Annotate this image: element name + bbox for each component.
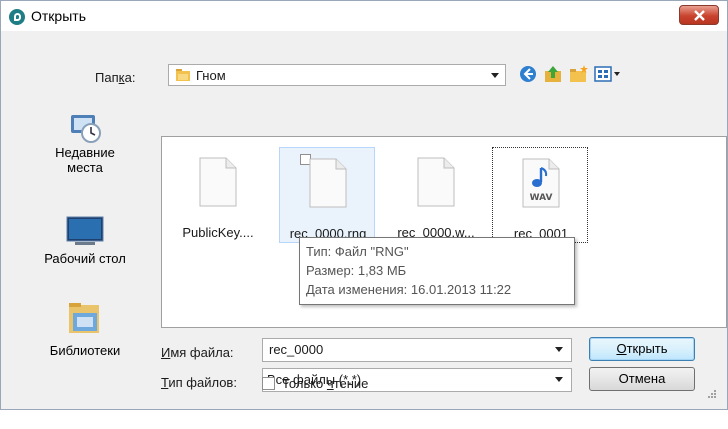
- place-recent-label-2: места: [67, 160, 103, 175]
- libraries-icon: [69, 303, 99, 333]
- file-tooltip: Тип: Файл "RNG" Размер: 1,83 МБ Дата изм…: [299, 237, 575, 305]
- places-bar: Недавние места Рабочий стол Библиотеки: [15, 115, 155, 429]
- tooltip-modified: Дата изменения: 16.01.2013 11:22: [306, 282, 512, 297]
- folder-label: Папка:: [95, 70, 136, 85]
- desktop-icon: [66, 216, 104, 245]
- file-list-view[interactable]: PublicKey.... rec_0000.rng rec_0000.w...: [161, 136, 727, 328]
- folder-value: Гном: [196, 68, 226, 83]
- place-desktop-label: Рабочий стол: [44, 251, 126, 266]
- open-file-dialog: Открыть Папка: Гном Недавние места Рабоч…: [0, 0, 728, 410]
- window-title: Открыть: [31, 8, 86, 24]
- filetype-label: Тип файлов:: [161, 375, 237, 390]
- tooltip-type: Тип: Файл "RNG": [306, 244, 409, 259]
- place-libraries-label: Библиотеки: [49, 343, 121, 358]
- resize-grip-icon[interactable]: [707, 389, 717, 399]
- file-item[interactable]: PublicKey....: [170, 147, 266, 243]
- file-item[interactable]: rec_0000.rng: [279, 147, 375, 243]
- cancel-button[interactable]: Отмена: [589, 367, 695, 391]
- filename-label: Имя файла:: [161, 345, 234, 360]
- close-icon: [694, 10, 705, 21]
- title-bar: Открыть: [1, 1, 727, 31]
- close-button[interactable]: [679, 5, 719, 25]
- filename-input[interactable]: rec_0000: [262, 338, 572, 362]
- readonly-checkbox[interactable]: [262, 377, 275, 390]
- document-icon: [417, 157, 455, 207]
- place-desktop[interactable]: Рабочий стол: [15, 215, 155, 287]
- place-recent[interactable]: Недавние места: [15, 109, 155, 199]
- wav-audio-icon: WAV: [522, 158, 560, 208]
- back-icon[interactable]: [518, 64, 540, 84]
- dialog-body: Папка: Гном Недавние места Рабочий стол …: [8, 37, 727, 402]
- chevron-down-icon: [555, 377, 563, 382]
- place-recent-label-1: Недавние: [55, 145, 115, 160]
- open-button[interactable]: Открыть: [589, 337, 695, 361]
- tooltip-size: Размер: 1,83 МБ: [306, 263, 407, 278]
- app-icon: [9, 9, 25, 25]
- file-item[interactable]: WAV rec_0001: [492, 147, 588, 243]
- document-icon: [199, 157, 237, 207]
- wav-badge: WAV: [530, 193, 553, 203]
- folder-select[interactable]: Гном: [168, 64, 506, 86]
- chevron-down-icon: [491, 73, 499, 78]
- file-name: PublicKey....: [182, 225, 254, 240]
- document-icon: [309, 158, 347, 208]
- chevron-down-icon[interactable]: [555, 347, 563, 352]
- readonly-label[interactable]: Только чтение: [282, 376, 368, 391]
- place-libraries[interactable]: Библиотеки: [15, 299, 155, 379]
- view-menu-icon[interactable]: [593, 64, 623, 84]
- recent-places-icon: [71, 115, 101, 143]
- folder-icon: [176, 69, 190, 81]
- new-folder-icon[interactable]: [568, 64, 590, 84]
- file-item[interactable]: rec_0000.w...: [388, 147, 484, 243]
- filename-value: rec_0000: [269, 342, 324, 357]
- up-folder-icon[interactable]: [543, 64, 565, 84]
